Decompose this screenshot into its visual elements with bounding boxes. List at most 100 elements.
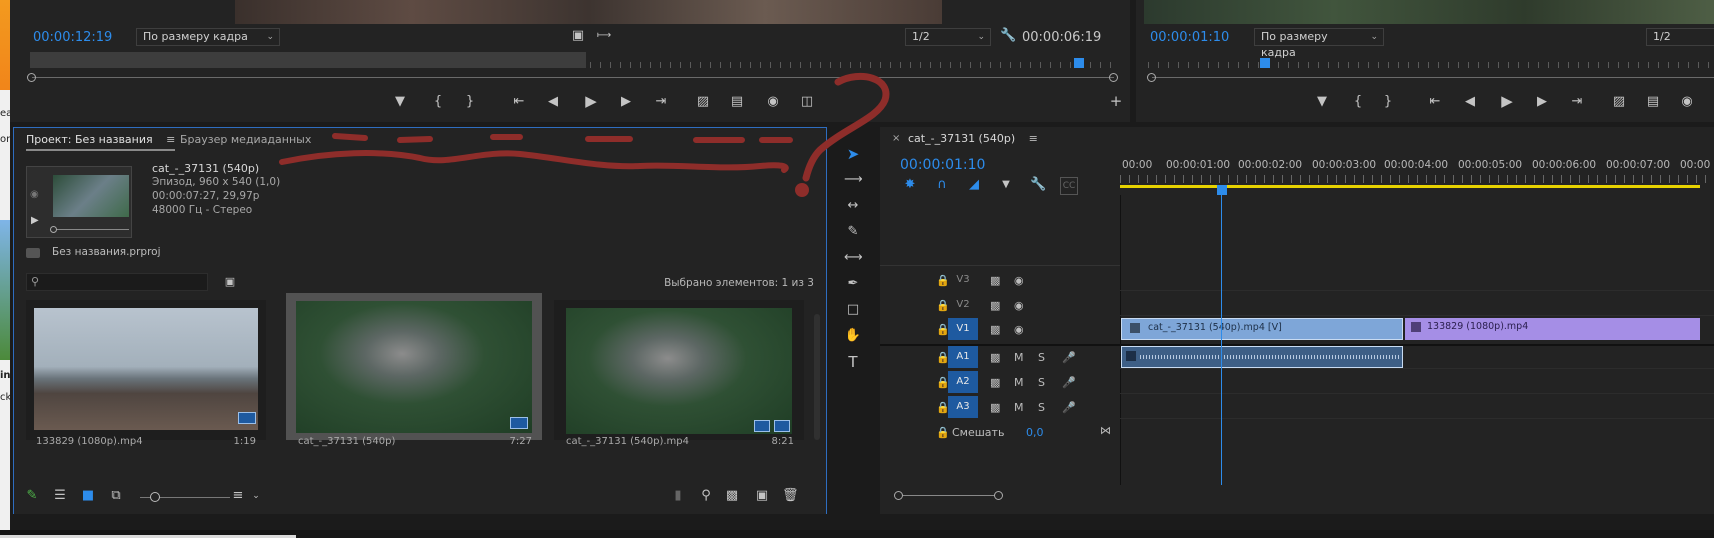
mark-in-icon[interactable]: {	[1350, 94, 1366, 110]
preview-thumbnail[interactable]: ▶ ◉	[26, 166, 132, 238]
eye-icon[interactable]: ◉	[1014, 323, 1024, 336]
slip-tool-icon[interactable]: ⟷	[844, 250, 863, 266]
sync-lock-icon[interactable]: ▩	[990, 376, 1000, 389]
timeline-timecode[interactable]: 00:00:01:10	[900, 157, 985, 173]
program-playhead-marker[interactable]	[1260, 58, 1270, 68]
extract-icon[interactable]: ▤	[1644, 94, 1662, 110]
search-input[interactable]	[45, 275, 205, 289]
work-area-bar[interactable]	[1120, 185, 1700, 188]
tab-sequence[interactable]: cat_-_37131 (540p) ≡	[908, 132, 1038, 145]
go-to-out-icon[interactable]: ⇥	[1568, 94, 1586, 110]
track-v2[interactable]: V2	[948, 294, 978, 316]
close-tab-icon[interactable]: ×	[892, 133, 900, 144]
step-forward-icon[interactable]: ▶	[1534, 94, 1550, 110]
new-item-icon[interactable]: ▣	[754, 488, 770, 504]
timeline-scroll-bar[interactable]	[898, 495, 998, 496]
scroll-handle-right[interactable]	[1109, 73, 1118, 82]
linked-selection-icon[interactable]: ◢	[966, 177, 982, 193]
go-to-out-icon[interactable]: ⇥	[652, 94, 670, 110]
solo-button[interactable]: S	[1038, 401, 1045, 414]
timeline-playhead[interactable]	[1217, 185, 1227, 195]
pen-tool-icon[interactable]: ✒	[844, 276, 862, 292]
tab-project[interactable]: Проект: Без названия ≡	[26, 133, 176, 151]
type-tool-icon[interactable]: T	[844, 354, 862, 370]
microphone-icon[interactable]: 🎤	[1062, 376, 1076, 389]
freeform-view-icon[interactable]: ⧉	[106, 488, 126, 504]
timeline-clip-video[interactable]: 133829 (1080p).mp4	[1405, 318, 1700, 340]
mute-button[interactable]: M	[1014, 376, 1024, 389]
sync-lock-icon[interactable]: ▩	[990, 299, 1000, 312]
source-scroll-bar[interactable]	[32, 77, 1114, 78]
program-resolution-dropdown[interactable]: 1/2	[1646, 28, 1714, 46]
sync-lock-icon[interactable]: ▩	[990, 274, 1000, 287]
grid-scrollbar[interactable]	[814, 314, 820, 440]
panel-menu-icon[interactable]: ≡	[1029, 132, 1038, 145]
insert-edit-icon[interactable]: ⟼	[596, 28, 612, 44]
scroll-handle-left[interactable]	[894, 491, 903, 500]
go-to-edit-icon[interactable]: ⋈	[1100, 424, 1111, 437]
sync-lock-icon[interactable]: ▩	[990, 351, 1000, 364]
wrench-icon[interactable]: 🔧	[1030, 177, 1046, 193]
scroll-handle-right[interactable]	[994, 491, 1003, 500]
camera-icon[interactable]: ◉	[764, 94, 782, 110]
captions-icon[interactable]: CC	[1060, 177, 1078, 195]
track-a2[interactable]: A2	[948, 371, 978, 393]
source-resolution-dropdown[interactable]: 1/2 ⌄	[905, 28, 991, 46]
go-to-in-icon[interactable]: ⇤	[510, 94, 528, 110]
pencil-icon[interactable]: ✎	[24, 488, 40, 504]
scroll-handle-left[interactable]	[1147, 73, 1156, 82]
new-bin-icon[interactable]: ▩	[724, 488, 740, 504]
scroll-handle-left[interactable]	[27, 73, 36, 82]
lift-icon[interactable]: ▨	[1610, 94, 1628, 110]
media-item[interactable]: cat_-_37131 (540p).mp4 8:21	[554, 300, 804, 447]
step-forward-icon[interactable]: ▶	[618, 94, 634, 110]
program-time-ruler[interactable]	[1148, 52, 1714, 68]
track-select-icon[interactable]: ⟶	[844, 172, 863, 188]
mute-button[interactable]: M	[1014, 401, 1024, 414]
mark-out-icon[interactable]: }	[462, 94, 478, 110]
source-playhead-marker[interactable]	[1074, 58, 1084, 68]
source-fit-dropdown[interactable]: По размеру кадра ⌄	[136, 28, 280, 46]
rectangle-tool-icon[interactable]: □	[844, 302, 862, 318]
program-fit-dropdown[interactable]: По размеру кадра ⌄	[1254, 28, 1384, 59]
program-timecode[interactable]: 00:00:01:10	[1150, 30, 1229, 45]
add-marker-icon[interactable]: ▼	[998, 177, 1014, 193]
mark-out-icon[interactable]: }	[1380, 94, 1396, 110]
film-strip-icon[interactable]: ▣	[570, 28, 586, 44]
camera-icon[interactable]: ◉	[1678, 94, 1696, 110]
panel-menu-icon[interactable]: ≡	[166, 133, 175, 146]
sync-lock-icon[interactable]: ▩	[990, 323, 1000, 336]
timeline-clip-video[interactable]: cat_-_37131 (540p).mp4 [V]	[1121, 318, 1403, 340]
selection-tool-icon[interactable]: ➤	[844, 146, 862, 162]
chevron-down-icon[interactable]: ⌄	[250, 488, 262, 504]
list-view-icon[interactable]: ☰	[52, 488, 68, 504]
tab-media-browser[interactable]: Браузер медиаданных	[180, 133, 311, 146]
button-editor-icon[interactable]: ◫	[798, 94, 816, 110]
microphone-icon[interactable]: 🎤	[1062, 401, 1076, 414]
icon-view-icon[interactable]: ■	[80, 488, 96, 504]
solo-button[interactable]: S	[1038, 376, 1045, 389]
mute-button[interactable]: M	[1014, 351, 1024, 364]
solo-button[interactable]: S	[1038, 351, 1045, 364]
step-back-icon[interactable]: ◀	[1462, 94, 1478, 110]
mix-value[interactable]: 0,0	[1026, 426, 1044, 439]
razor-icon[interactable]: ✎	[844, 224, 862, 240]
add-button-icon[interactable]: +	[1108, 93, 1124, 109]
mark-in-icon[interactable]: {	[430, 94, 446, 110]
track-v1[interactable]: V1	[948, 318, 978, 340]
play-icon[interactable]: ▶	[31, 215, 39, 226]
wrench-icon[interactable]: 🔧	[1000, 28, 1016, 44]
add-marker-icon[interactable]: ▼	[1314, 94, 1330, 110]
trash-icon[interactable]: 🗑	[782, 488, 799, 504]
track-v3[interactable]: V3	[948, 269, 978, 291]
media-item[interactable]: 133829 (1080p).mp4 1:19	[26, 300, 266, 447]
sort-icon[interactable]: ≡	[230, 488, 246, 504]
automate-sequence-icon[interactable]: ▮	[670, 488, 686, 504]
ripple-edit-icon[interactable]: ↔	[844, 198, 862, 214]
track-a1[interactable]: A1	[948, 346, 978, 368]
source-timecode[interactable]: 00:00:12:19	[33, 30, 112, 45]
insert-icon[interactable]: ▨	[694, 94, 712, 110]
track-area[interactable]	[1120, 195, 1714, 485]
find-icon[interactable]: ⚲	[698, 488, 714, 504]
sync-lock-icon[interactable]: ▩	[990, 401, 1000, 414]
